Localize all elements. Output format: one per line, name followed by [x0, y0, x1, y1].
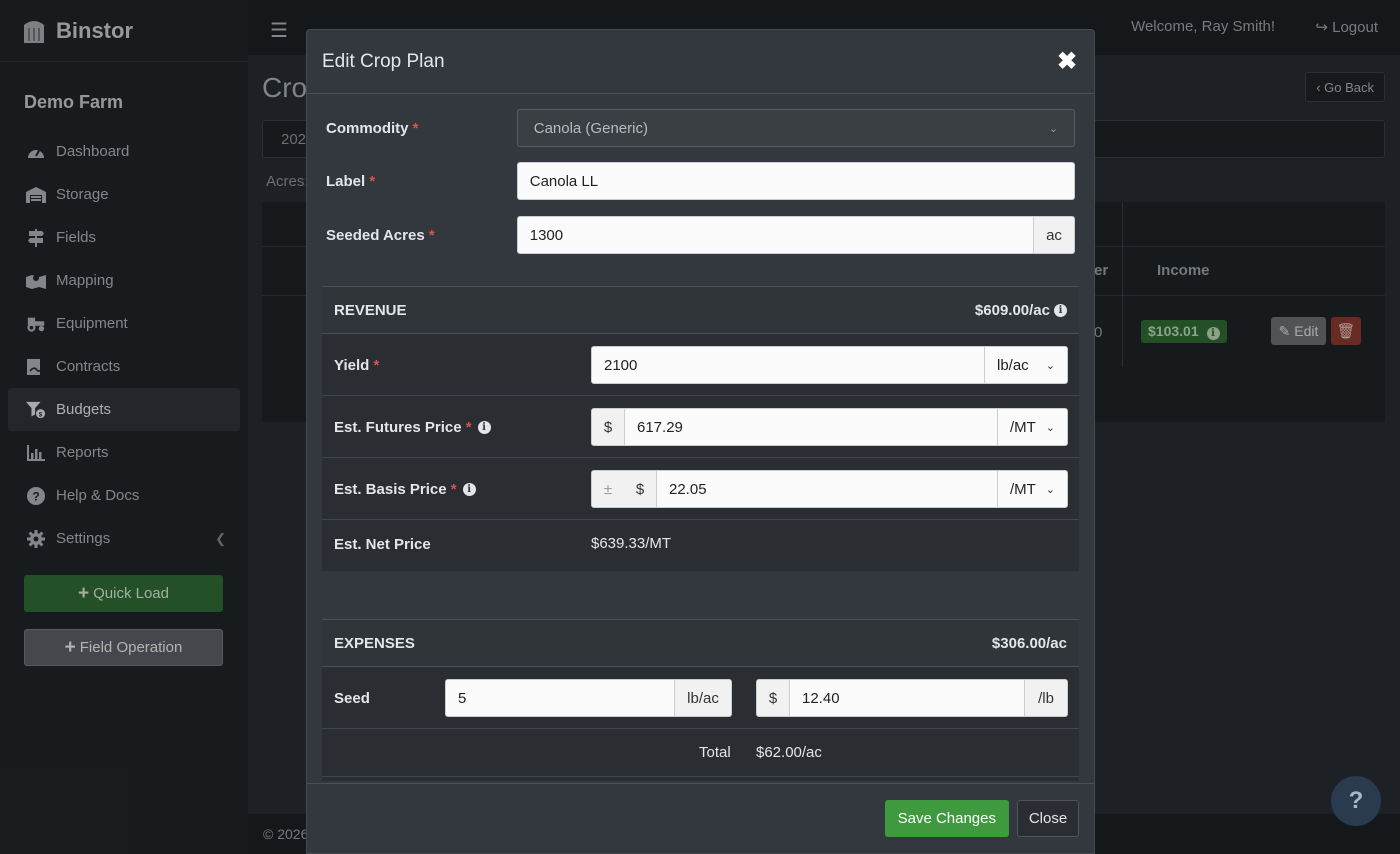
seed-price-value: 12.40: [802, 689, 840, 707]
yield-label-text: Yield: [334, 356, 370, 374]
seed-price-unit: /lb: [1024, 679, 1068, 717]
label-value: Canola LL: [529, 172, 599, 190]
currency-addon: $: [756, 679, 790, 717]
required-marker: *: [428, 226, 435, 244]
currency-addon: $: [591, 408, 625, 446]
net-price-value: $639.33/MT: [591, 535, 672, 552]
required-marker: *: [369, 172, 376, 190]
futures-price-input[interactable]: 617.29: [624, 408, 998, 446]
seed-price-input[interactable]: 12.40: [789, 679, 1025, 717]
help-fab-label: ?: [1348, 787, 1364, 814]
revenue-header: REVENUE $609.00/ac i: [322, 286, 1079, 334]
help-fab-button[interactable]: ?: [1331, 776, 1381, 826]
modal-title: Edit Crop Plan: [322, 50, 445, 72]
required-marker: *: [465, 418, 472, 436]
seed-rate-input[interactable]: 5: [445, 679, 675, 717]
seed-label: Seed: [334, 689, 370, 707]
basis-price-input[interactable]: 22.05: [656, 470, 998, 508]
revenue-total: $609.00/ac i: [975, 302, 1067, 319]
seed-row: Seed 5 lb/ac $ 12.40 /lb: [322, 667, 1079, 729]
close-button[interactable]: Close: [1017, 800, 1079, 837]
commodity-label: Commodity *: [326, 120, 517, 137]
chevron-down-icon: ⌄: [1045, 359, 1055, 372]
commodity-label-text: Commodity: [326, 119, 409, 137]
basis-price-label: Est. Basis Price * i: [334, 458, 476, 520]
commodity-row: Commodity * Canola (Generic) ⌄: [326, 109, 1075, 147]
commodity-value: Canola (Generic): [533, 119, 648, 137]
basis-unit-value: /MT: [1010, 480, 1036, 498]
futures-price-label-text: Est. Futures Price: [334, 418, 462, 436]
net-price-row: Est. Net Price $639.33/MT: [322, 520, 1079, 568]
net-price-label: Est. Net Price: [334, 535, 431, 553]
required-marker: *: [412, 119, 419, 137]
futures-price-value: 617.29: [637, 418, 683, 436]
edit-crop-plan-modal: Edit Crop Plan ✖ Commodity * Canola (Gen…: [306, 29, 1095, 854]
info-icon[interactable]: i: [462, 482, 476, 496]
modal-header: Edit Crop Plan ✖: [307, 30, 1094, 94]
acres-unit-addon: ac: [1034, 216, 1075, 254]
seed-rate-unit: lb/ac: [674, 679, 732, 717]
revenue-section: REVENUE $609.00/ac i Yield * 2100 lb/ac ⌄…: [322, 286, 1079, 571]
expenses-title: EXPENSES: [334, 634, 415, 652]
seed-rate-value: 5: [458, 689, 467, 707]
basis-price-label-text: Est. Basis Price: [334, 480, 447, 498]
yield-label: Yield *: [334, 334, 379, 396]
seeded-acres-label-text: Seeded Acres: [326, 226, 425, 244]
close-icon[interactable]: ✖: [1055, 47, 1079, 76]
seeded-acres-value: 1300: [529, 226, 564, 244]
currency-addon: $: [624, 470, 657, 508]
seed-total-label: Total: [699, 744, 731, 761]
seed-total-value: $62.00/ac: [756, 744, 822, 761]
modal-footer: Save Changes Close: [307, 783, 1094, 853]
info-icon[interactable]: i: [477, 420, 491, 434]
label-label-text: Label: [326, 172, 366, 190]
basis-unit-select[interactable]: /MT ⌄: [997, 470, 1068, 508]
expenses-total: $306.00/ac: [991, 634, 1067, 652]
label-label: Label *: [326, 173, 517, 190]
required-marker: *: [373, 356, 380, 374]
save-changes-button[interactable]: Save Changes: [884, 800, 1009, 837]
seeded-acres-label: Seeded Acres *: [326, 227, 517, 244]
yield-input[interactable]: 2100: [591, 346, 985, 384]
futures-unit-select[interactable]: /MT ⌄: [997, 408, 1068, 446]
commodity-select[interactable]: Canola (Generic) ⌄: [516, 109, 1075, 147]
futures-price-label: Est. Futures Price * i: [334, 396, 491, 458]
expenses-header: EXPENSES $306.00/ac: [322, 619, 1079, 667]
yield-unit-select[interactable]: lb/ac ⌄: [984, 346, 1068, 384]
chevron-down-icon: ⌄: [1045, 421, 1055, 434]
futures-unit-value: /MT: [1010, 418, 1036, 436]
expenses-section: EXPENSES $306.00/ac Seed 5 lb/ac $ 12.40…: [322, 619, 1079, 781]
revenue-total-value: $609.00/ac: [974, 301, 1050, 319]
sign-toggle[interactable]: ±: [591, 470, 625, 508]
chevron-down-icon: ⌄: [1045, 483, 1055, 496]
label-input[interactable]: Canola LL: [516, 162, 1075, 200]
label-row: Label * Canola LL: [326, 162, 1075, 200]
basis-price-value: 22.05: [669, 480, 707, 498]
yield-value: 2100: [604, 356, 638, 374]
seeded-acres-input[interactable]: 1300: [516, 216, 1035, 254]
futures-price-row: Est. Futures Price * i $ 617.29 /MT ⌄: [322, 396, 1079, 458]
seeded-acres-row: Seeded Acres * 1300 ac: [326, 216, 1075, 254]
required-marker: *: [450, 480, 457, 498]
yield-unit-value: lb/ac: [997, 356, 1029, 374]
info-icon[interactable]: i: [1054, 303, 1067, 317]
chevron-down-icon: ⌄: [1048, 122, 1058, 135]
yield-row: Yield * 2100 lb/ac ⌄: [322, 334, 1079, 396]
basis-price-row: Est. Basis Price * i ± $ 22.05 /MT ⌄: [322, 458, 1079, 520]
seed-total-row: Total $62.00/ac: [322, 729, 1079, 777]
revenue-title: REVENUE: [334, 301, 407, 319]
